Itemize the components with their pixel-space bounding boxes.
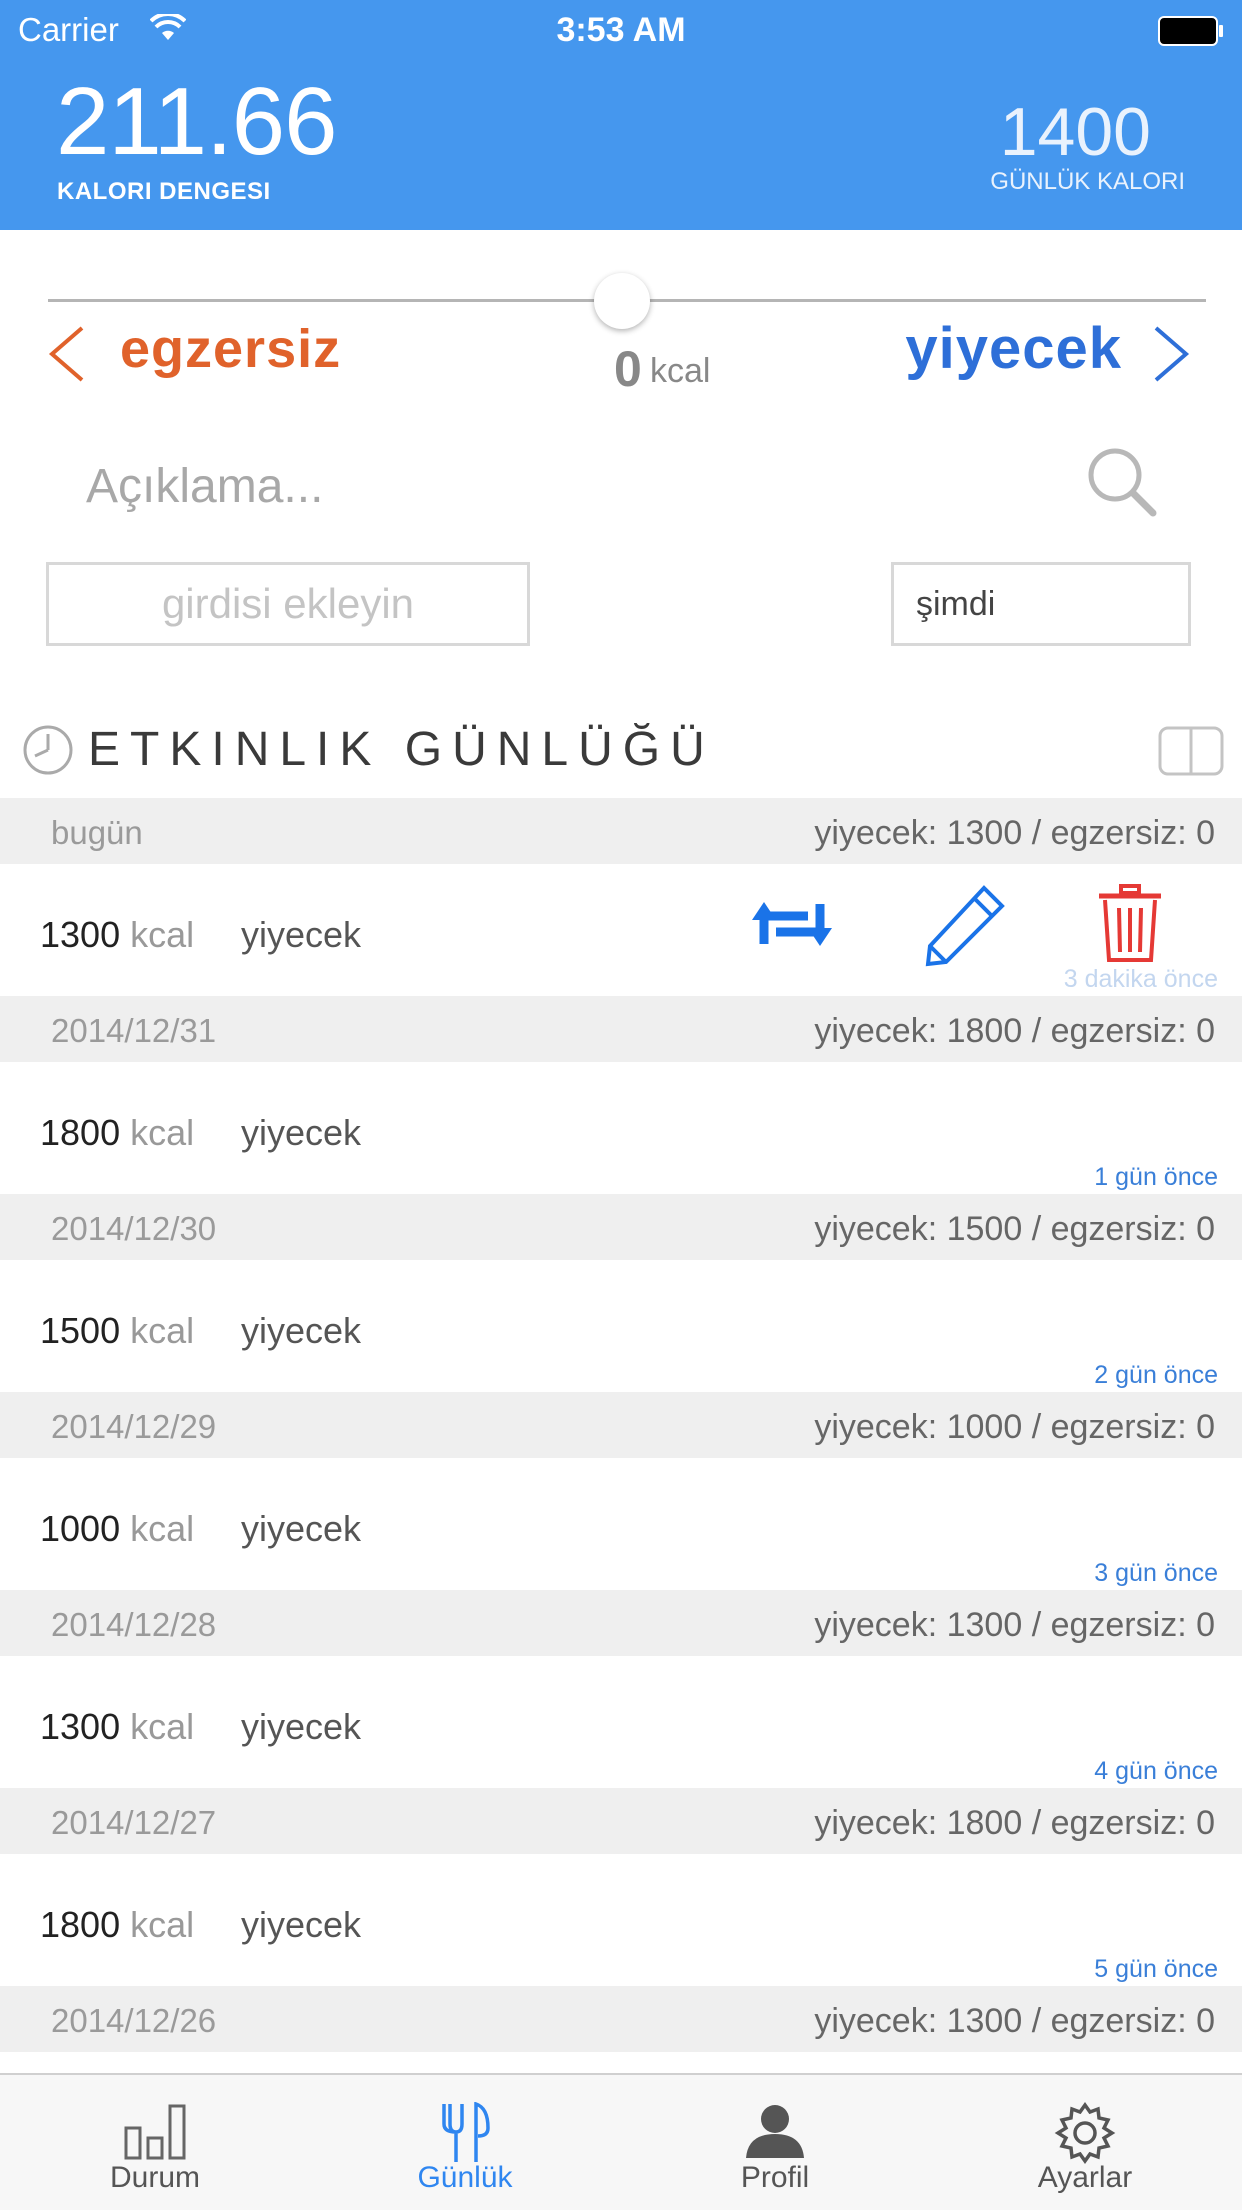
selected-kcal-unit: kcal	[650, 352, 711, 390]
day-date: 2014/12/28	[51, 1606, 217, 1643]
entry-kcal: 1000 kcal	[40, 1508, 194, 1550]
chevron-left-icon[interactable]	[46, 326, 86, 382]
day-summary: yiyecek: 1300 / egzersiz: 0	[814, 1606, 1215, 1644]
entry-kcal-unit: kcal	[130, 1310, 195, 1351]
tab-bar: Durum Günlük Profil Ayarlar	[0, 2073, 1242, 2210]
entry-type: yiyecek	[241, 914, 362, 955]
fork-knife-icon	[442, 2102, 490, 2162]
log-entry-row[interactable]: 1800 kcal yiyecek 1 gün önce	[0, 1062, 1242, 1194]
entry-kcal: 1800 kcal	[40, 1904, 194, 1946]
entry-kcal-value: 1300	[40, 1706, 121, 1747]
day-date: 2014/12/26	[51, 2002, 217, 2039]
day-summary: yiyecek: 1000 / egzersiz: 0	[814, 1408, 1215, 1446]
selected-kcal-value: 0	[614, 341, 642, 397]
day-header: 2014/12/26 yiyecek: 1300 / egzersiz: 0	[0, 1986, 1242, 2052]
entry-time-field[interactable]: şimdi	[891, 562, 1191, 646]
entry-type: yiyecek	[241, 1706, 362, 1747]
day-header: 2014/12/29 yiyecek: 1000 / egzersiz: 0	[0, 1392, 1242, 1458]
day-date: bugün	[51, 814, 143, 851]
entry-time-ago: 3 gün önce	[1094, 1559, 1218, 1587]
day-summary: yiyecek: 1300 / egzersiz: 0	[814, 814, 1215, 852]
entry-kcal-unit: kcal	[130, 1706, 195, 1747]
battery-icon	[1158, 16, 1223, 46]
day-header: 2014/12/28 yiyecek: 1300 / egzersiz: 0	[0, 1590, 1242, 1656]
tab-profil[interactable]: Profil	[620, 2075, 930, 2210]
entry-kcal-unit: kcal	[130, 1112, 195, 1153]
calorie-slider-thumb[interactable]	[594, 273, 650, 329]
daily-calorie-value: 1400	[999, 94, 1151, 170]
tab-gunluk[interactable]: Günlük	[310, 2075, 620, 2210]
entry-type: yiyecek	[241, 1310, 362, 1351]
entry-kcal-unit: kcal	[130, 914, 195, 955]
entry-kcal-value: 1800	[40, 1112, 121, 1153]
activity-log-list: bugün yiyecek: 1300 / egzersiz: 0 1300 kc…	[0, 798, 1242, 2052]
day-summary: yiyecek: 1500 / egzersiz: 0	[814, 1210, 1215, 1248]
entry-time-ago: 1 gün önce	[1094, 1163, 1218, 1191]
entry-kcal-value: 1000	[40, 1508, 121, 1549]
day-date: 2014/12/29	[51, 1408, 217, 1445]
tab-label: Ayarlar	[1037, 2161, 1133, 2194]
day-date: 2014/12/27	[51, 1804, 217, 1841]
tab-ayarlar[interactable]: Ayarlar	[930, 2075, 1240, 2210]
day-header: 2014/12/30 yiyecek: 1500 / egzersiz: 0	[0, 1194, 1242, 1260]
day-date: 2014/12/30	[51, 1210, 217, 1247]
daily-calorie-label: GÜNLÜK KALORI	[990, 168, 1185, 195]
search-icon[interactable]	[1085, 445, 1159, 519]
entry-time-ago: 2 gün önce	[1094, 1361, 1218, 1389]
entry-kcal: 1300 kcal	[40, 1706, 194, 1748]
repeat-icon[interactable]	[752, 894, 832, 954]
entry-kcal-value: 1500	[40, 1310, 121, 1351]
day-date: 2014/12/31	[51, 1012, 217, 1049]
day-header: 2014/12/31 yiyecek: 1800 / egzersiz: 0	[0, 996, 1242, 1062]
tab-label: Günlük	[417, 2161, 513, 2194]
entry-kcal-value: 1300	[40, 914, 121, 955]
entry-time-ago: 4 gün önce	[1094, 1757, 1218, 1785]
entry-kcal: 1500 kcal	[40, 1310, 194, 1352]
log-entry-row[interactable]: 1000 kcal yiyecek 3 gün önce	[0, 1458, 1242, 1590]
log-entry-row[interactable]: 1500 kcal yiyecek 2 gün önce	[0, 1260, 1242, 1392]
entry-kcal-value: 1800	[40, 1904, 121, 1945]
header: Carrier 3:53 AM 211.66 KALORI DENGESI 14…	[0, 0, 1242, 230]
entry-type: yiyecek	[241, 1112, 362, 1153]
status-time: 3:53 AM	[556, 11, 686, 49]
tab-label: Durum	[109, 2161, 200, 2194]
day-header: 2014/12/27 yiyecek: 1800 / egzersiz: 0	[0, 1788, 1242, 1854]
trash-icon[interactable]	[1097, 884, 1163, 964]
book-icon[interactable]	[1158, 726, 1224, 776]
day-summary: yiyecek: 1300 / egzersiz: 0	[814, 2002, 1215, 2040]
tab-label: Profil	[740, 2161, 810, 2194]
pencil-icon[interactable]	[922, 884, 1006, 968]
entry-kcal: 1300 kcal	[40, 914, 194, 956]
exercise-mode-label[interactable]: egzersiz	[120, 318, 341, 380]
entry-type: yiyecek	[241, 1904, 362, 1945]
description-input[interactable]	[84, 450, 988, 522]
calorie-balance-value: 211.66	[56, 68, 337, 175]
add-entry-button[interactable]: girdisi ekleyin	[46, 562, 530, 646]
log-entry-row[interactable]: 1300 kcal yiyecek 3 dakika önce	[0, 864, 1242, 996]
entry-time-ago: 3 dakika önce	[1063, 965, 1218, 993]
status-bar: Carrier 3:53 AM	[0, 0, 1242, 60]
log-entry-row[interactable]: 1800 kcal yiyecek 5 gün önce	[0, 1854, 1242, 1986]
person-icon	[746, 2105, 804, 2158]
day-summary: yiyecek: 1800 / egzersiz: 0	[814, 1804, 1215, 1842]
entry-time-ago: 5 gün önce	[1094, 1955, 1218, 1983]
day-summary: yiyecek: 1800 / egzersiz: 0	[814, 1012, 1215, 1050]
food-mode-label[interactable]: yiyecek	[905, 315, 1122, 382]
clock-icon	[23, 725, 73, 775]
calorie-balance-label: KALORI DENGESI	[57, 178, 271, 205]
chevron-right-icon[interactable]	[1152, 326, 1192, 382]
entry-kcal-unit: kcal	[130, 1904, 195, 1945]
entry-kcal-unit: kcal	[130, 1508, 195, 1549]
entry-type: yiyecek	[241, 1508, 362, 1549]
bar-chart-icon	[124, 2104, 186, 2160]
entry-kcal: 1800 kcal	[40, 1112, 194, 1154]
day-header: bugün yiyecek: 1300 / egzersiz: 0	[0, 798, 1242, 864]
gear-icon	[1054, 2102, 1116, 2164]
activity-log-title: ETKINLIK GÜNLÜĞÜ	[88, 723, 715, 776]
log-entry-row[interactable]: 1300 kcal yiyecek 4 gün önce	[0, 1656, 1242, 1788]
tab-durum[interactable]: Durum	[0, 2075, 310, 2210]
